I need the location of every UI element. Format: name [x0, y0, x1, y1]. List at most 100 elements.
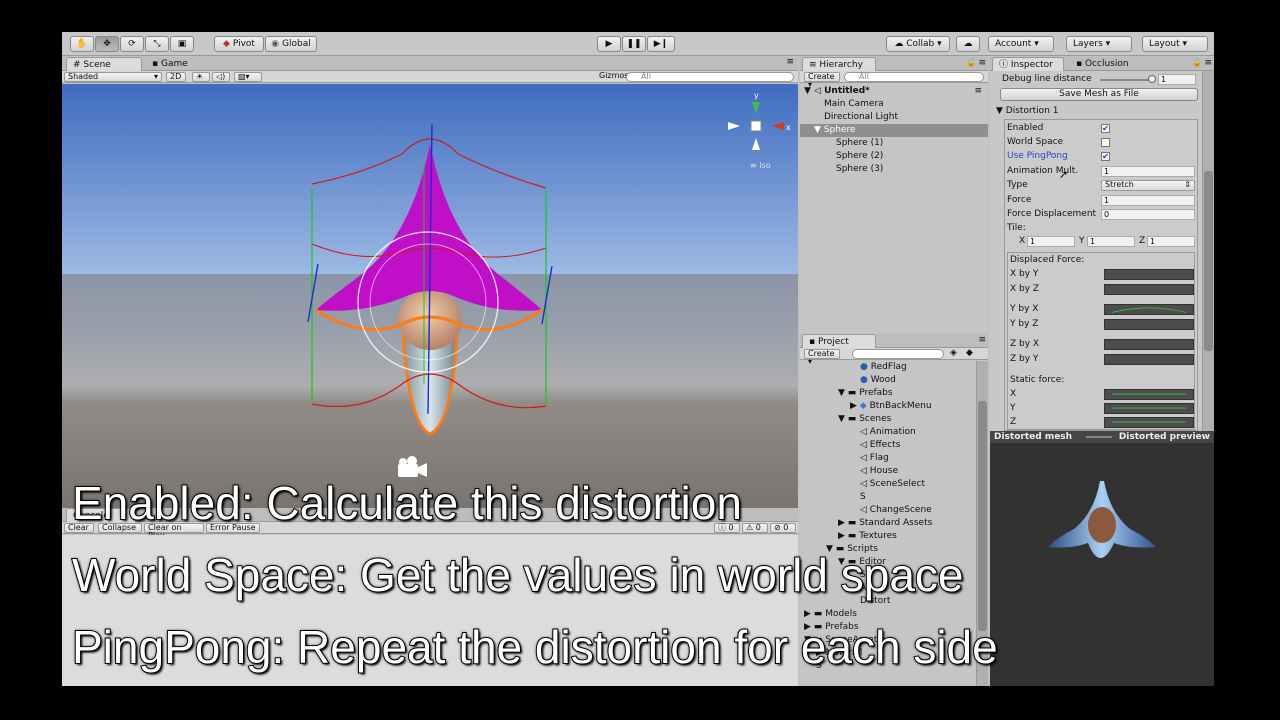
rotate-tool-icon[interactable]: ⟳ [120, 36, 144, 52]
scene-search-input[interactable]: All [626, 72, 794, 82]
preview-header[interactable]: Distorted mesh Distorted preview [990, 431, 1214, 443]
console-warning-count[interactable]: ⚠ 0 [742, 523, 768, 533]
displaced-force-label: Displaced Force: [1010, 255, 1085, 265]
project-search-input[interactable] [852, 349, 944, 359]
global-button[interactable]: ◉ Global [265, 36, 317, 52]
tab-game[interactable]: ▪ Game [146, 57, 206, 71]
project-item[interactable]: S [860, 491, 866, 504]
static-curve-x[interactable] [1104, 389, 1194, 400]
pause-button[interactable]: ❚❚ [622, 36, 646, 52]
step-button[interactable]: ▶❙ [647, 36, 675, 52]
project-item[interactable]: ◁ Effects [860, 439, 900, 452]
filter-by-type-icon[interactable]: ◈ [950, 348, 957, 358]
mode-2d-button[interactable]: 2D [166, 72, 186, 82]
project-item[interactable]: ▶ ▬ Standard Assets [838, 517, 932, 530]
tile-z-field[interactable]: 1 [1147, 236, 1195, 247]
hierarchy-item-scene[interactable]: ▼ ◁ Untitled* ≡ [804, 85, 988, 98]
static-curve-y[interactable] [1104, 403, 1194, 414]
animation-mult-field[interactable]: 1 [1101, 166, 1195, 177]
lock-icon[interactable]: 🔒 [966, 58, 976, 67]
project-item[interactable]: ▼ ▬ Scenes [838, 413, 891, 426]
hierarchy-item-sphere-3[interactable]: Sphere (3) [836, 163, 883, 176]
project-item[interactable]: ◁ House [860, 465, 898, 478]
static-curve-z[interactable] [1104, 417, 1194, 428]
lighting-icon[interactable]: ☀ [192, 72, 210, 82]
hierarchy-item-sphere-1[interactable]: Sphere (1) [836, 137, 883, 150]
project-item[interactable]: ● Wood [860, 374, 896, 387]
tab-hierarchy[interactable]: ≡ Hierarchy [802, 57, 876, 71]
project-item[interactable]: ◁ SceneSelect [860, 478, 925, 491]
tab-scene[interactable]: # Scene [66, 57, 142, 71]
inspector-scrollbar-thumb[interactable] [1204, 171, 1213, 351]
use-pingpong-checkbox[interactable]: ✔ [1101, 152, 1110, 161]
force-displacement-field[interactable]: 0 [1101, 209, 1195, 220]
debug-line-distance-field[interactable]: 1 [1158, 74, 1196, 85]
folder-icon: ▬ [847, 388, 857, 398]
inspector-menu-icon[interactable]: ≡ [1204, 58, 1212, 68]
hierarchy-item-main-camera[interactable]: Main Camera [824, 98, 884, 111]
tile-y-field[interactable]: 1 [1087, 236, 1135, 247]
force-field[interactable]: 1 [1101, 195, 1195, 206]
enabled-checkbox[interactable]: ✔ [1101, 124, 1110, 133]
project-item[interactable]: ▶ ▬ Textures [838, 530, 897, 543]
debug-line-slider[interactable] [1100, 79, 1152, 81]
hierarchy-item-sphere-2[interactable]: Sphere (2) [836, 150, 883, 163]
folder-icon: ▬ [847, 531, 857, 541]
effects-icon[interactable]: ▨▾ [234, 72, 262, 82]
services-cloud-icon[interactable]: ☁ [956, 36, 980, 52]
type-dropdown[interactable]: Stretch ⇕ [1101, 180, 1195, 191]
inspector-lock-icon[interactable]: 🔒 [1192, 58, 1202, 67]
hierarchy-item-sphere[interactable]: ▼ Sphere [800, 124, 988, 137]
console-error-count[interactable]: ⊘ 0 [770, 523, 796, 533]
curve-y-by-z[interactable] [1104, 319, 1194, 330]
gizmos-dropdown[interactable]: Gizmos▾ [596, 72, 633, 82]
tab-inspector[interactable]: ⓘ Inspector [992, 57, 1064, 71]
project-item[interactable]: ◁ ChangeScene [860, 504, 932, 517]
project-item[interactable]: ◁ Flag [860, 452, 889, 465]
curve-z-by-y[interactable] [1104, 354, 1194, 365]
curve-x-by-z[interactable] [1104, 284, 1194, 295]
audio-icon[interactable]: ◁) [212, 72, 230, 82]
layout-dropdown[interactable]: Layout ▾ [1142, 36, 1208, 52]
tile-x-field[interactable]: 1 [1027, 236, 1075, 247]
hierarchy-panel: ≡ Hierarchy 🔒 ≡ Create ▾ All ▼ ◁ Untitle… [800, 57, 988, 333]
tab-occlusion[interactable]: ▪ Occlusion [1070, 57, 1146, 71]
project-item[interactable]: ◁ Animation [860, 426, 916, 439]
hierarchy-menu-icon[interactable]: ≡ [978, 58, 986, 68]
move-tool-icon[interactable]: ✥ [95, 36, 119, 52]
world-space-checkbox[interactable] [1101, 138, 1110, 147]
filter-by-label-icon[interactable]: ◆ [966, 348, 973, 358]
rect-tool-icon[interactable]: ▣ [170, 36, 194, 52]
scene-menu-icon[interactable]: ≡ [974, 85, 982, 98]
project-scrollbar-thumb[interactable] [978, 401, 987, 631]
debug-line-slider-handle[interactable] [1148, 75, 1156, 83]
project-create-dropdown[interactable]: Create ▾ [804, 349, 840, 366]
play-button[interactable]: ▶ [597, 36, 621, 52]
hand-tool-icon[interactable]: ✋ [70, 36, 94, 52]
inspector-scrollbar[interactable] [1202, 71, 1214, 431]
tile-x-label: X [1019, 236, 1026, 246]
scale-tool-icon[interactable]: ⤡ [145, 36, 169, 52]
project-menu-icon[interactable]: ≡ [978, 335, 986, 345]
project-item[interactable]: ▶ ◆ BtnBackMenu [850, 400, 932, 413]
distortion-section-header[interactable]: ▼ Distortion 1 [996, 104, 1058, 118]
pivot-button[interactable]: ◆ Pivot [214, 36, 264, 52]
mesh-preview-viewport[interactable] [990, 443, 1214, 686]
curve-x-by-y[interactable] [1104, 269, 1194, 280]
collab-button[interactable]: ☁ Collab ▾ [886, 36, 950, 52]
scene-viewport[interactable]: y x ≡ Iso [62, 84, 798, 527]
tab-project[interactable]: ▪ Project [802, 334, 876, 348]
tab-inspector-label: Inspector [1010, 60, 1053, 70]
shading-dropdown[interactable]: Shaded ▾ [64, 72, 162, 82]
curve-y-by-x[interactable] [1104, 304, 1194, 315]
account-dropdown[interactable]: Account ▾ [988, 36, 1054, 52]
hierarchy-search-input[interactable]: All [844, 72, 984, 82]
hierarchy-create-dropdown[interactable]: Create ▾ [804, 72, 840, 89]
curve-z-by-x[interactable] [1104, 339, 1194, 350]
save-mesh-button[interactable]: Save Mesh as File [1000, 88, 1198, 101]
hierarchy-item-directional-light[interactable]: Directional Light [824, 111, 898, 124]
panel-menu-icon[interactable]: ≡ [786, 57, 794, 67]
layers-dropdown[interactable]: Layers ▾ [1066, 36, 1132, 52]
project-item[interactable]: ● RedFlag [860, 361, 907, 374]
project-item[interactable]: ▼ ▬ Prefabs [838, 387, 893, 400]
